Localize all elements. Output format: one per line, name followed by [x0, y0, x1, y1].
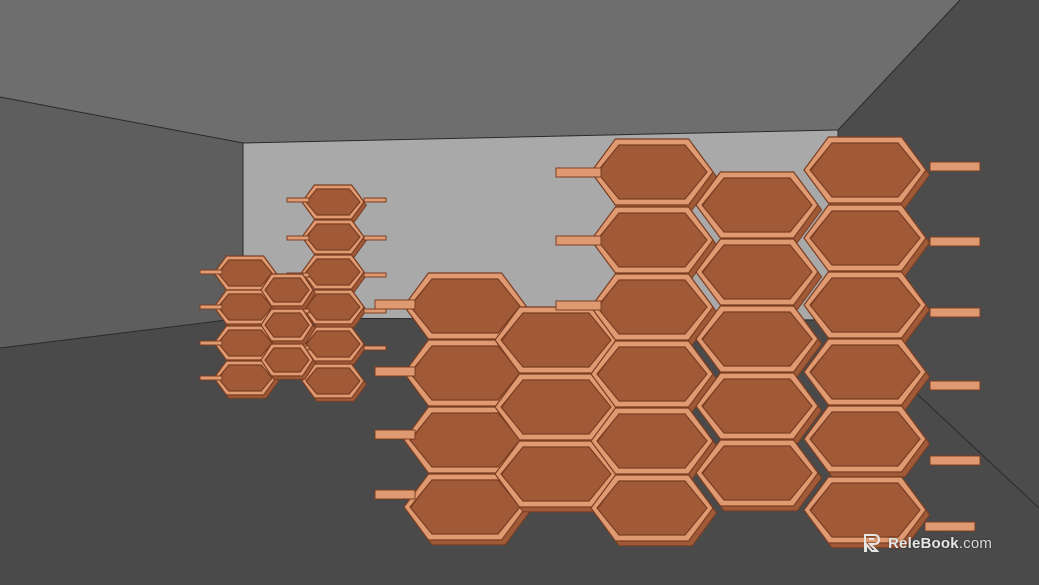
shelf-board: [363, 197, 387, 203]
shelf-board: [929, 455, 981, 466]
shelf-board: [199, 304, 223, 310]
shelf-board: [199, 340, 223, 346]
shelf-board: [924, 521, 976, 532]
shelf-board: [374, 366, 416, 377]
shelf-board: [929, 161, 981, 172]
shelf-board: [363, 272, 387, 278]
shelf-board: [929, 236, 981, 247]
shelf-board: [363, 308, 387, 314]
shelf-board: [199, 375, 223, 381]
shelf-board: [363, 345, 387, 351]
shelf-board: [374, 489, 416, 500]
shelf-board: [374, 429, 416, 440]
watermark-tld: .com: [958, 534, 993, 552]
shelf-board: [374, 299, 416, 310]
watermark-brand: ReleBook: [888, 534, 959, 552]
shelf-board: [929, 307, 981, 318]
shelf-board: [199, 269, 223, 275]
shelf-board: [555, 300, 602, 311]
shelf-board: [555, 167, 602, 178]
watermark: ReleBook.com: [862, 532, 992, 554]
shelf-board: [555, 235, 602, 246]
shelf-board: [929, 380, 981, 391]
relebook-logo-icon: [864, 534, 881, 552]
rendered-room-scene: [0, 0, 1039, 585]
ceiling: [0, 0, 960, 143]
shelf-board: [363, 235, 387, 241]
shelf-board: [286, 235, 310, 241]
shelf-board: [286, 197, 310, 203]
